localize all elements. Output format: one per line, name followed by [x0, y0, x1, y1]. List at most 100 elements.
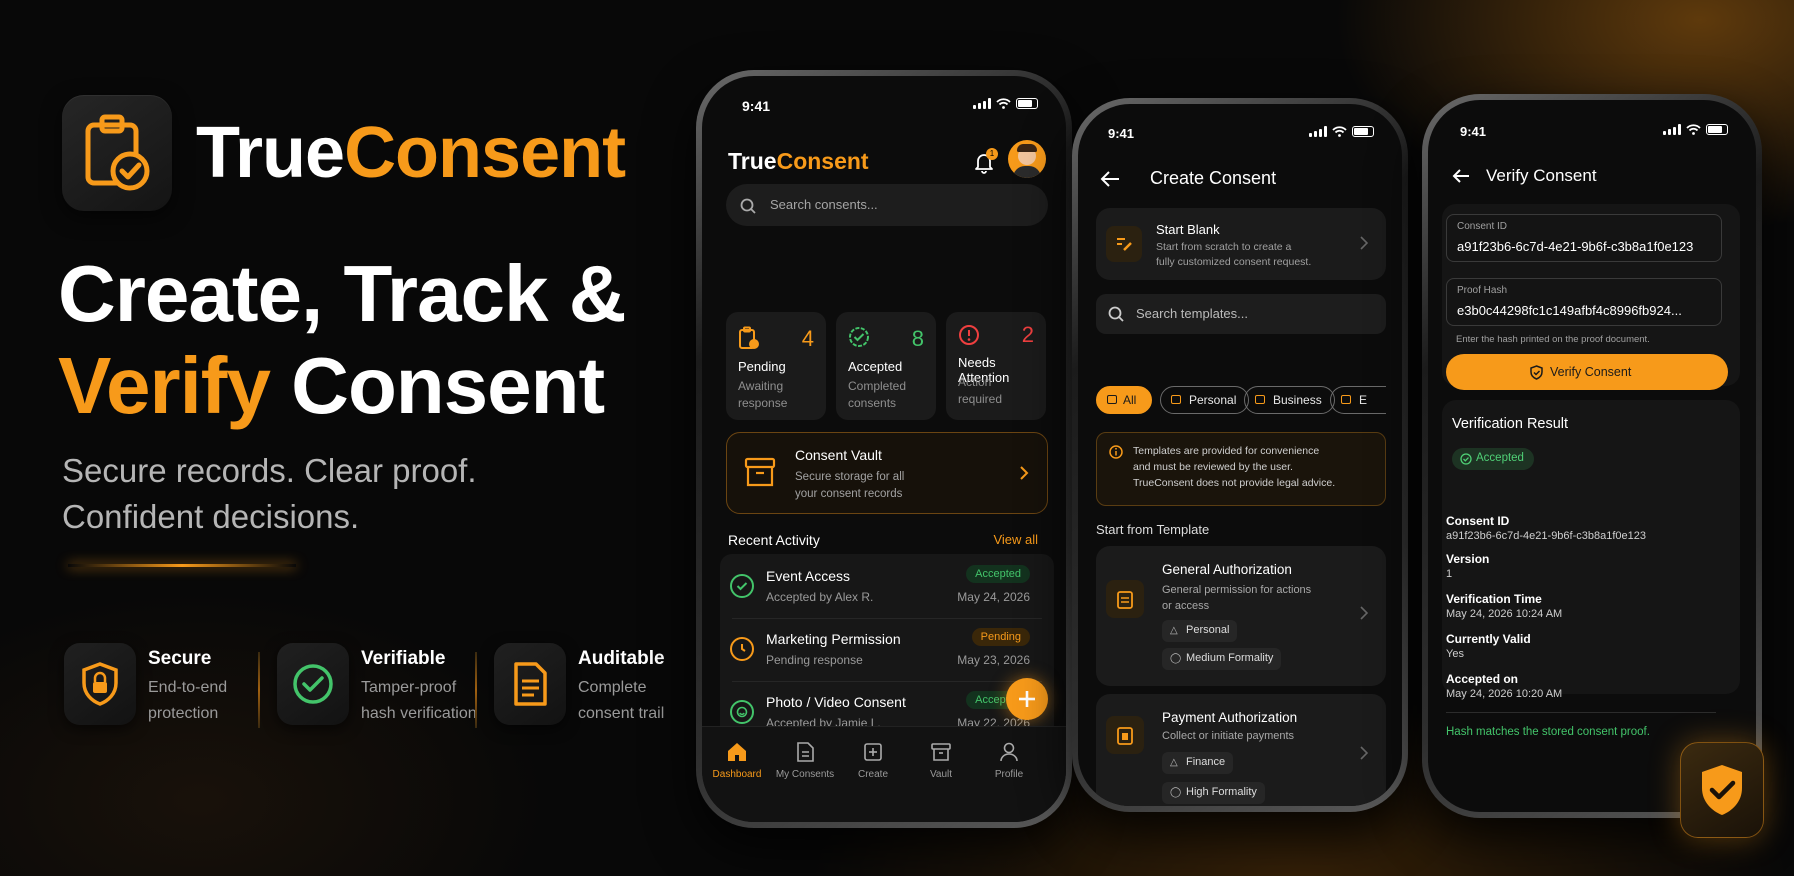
template-card-payment[interactable]: Payment Authorization Collect or initiat… — [1096, 694, 1386, 806]
status-icons — [1663, 124, 1728, 135]
stat-sub: Action required — [958, 374, 1002, 408]
feature-auditable: Auditable Complete consent trail — [494, 643, 665, 731]
document-icon — [494, 643, 566, 725]
result-label: Currently Valid — [1446, 632, 1531, 646]
nav-vault[interactable]: Vault — [906, 741, 976, 780]
lock-shield-icon — [64, 643, 136, 725]
status-time: 9:41 — [742, 98, 771, 114]
stat-title: Pending — [738, 359, 786, 374]
stat-pending[interactable]: 4 Pending Awaiting response — [726, 312, 826, 420]
stat-sub: Awaiting response — [738, 378, 787, 412]
check-circle-icon — [730, 574, 754, 598]
nav-my-consents[interactable]: My Consents — [770, 741, 840, 780]
back-arrow-icon[interactable] — [1100, 170, 1120, 188]
result-label: Version — [1446, 552, 1490, 566]
stat-sub-1: Awaiting — [738, 379, 784, 393]
field-value: a91f23b6-6c7d-4e21-9b6f-c3b8a1f0e123 — [1457, 239, 1694, 254]
search-input[interactable]: Search consents... — [726, 184, 1048, 226]
add-consent-fab[interactable] — [1006, 678, 1048, 720]
stat-sub-2: response — [738, 396, 788, 410]
app-title-1: True — [728, 148, 777, 174]
result-value: Yes — [1446, 648, 1464, 660]
feature-desc: Tamper-proof hash verification — [361, 675, 477, 727]
headline-line-1: Create, Track & — [58, 249, 627, 338]
status-bar: 9:41 — [702, 98, 1066, 114]
app-title: TrueConsent — [728, 148, 869, 175]
template-tag-label: Finance — [1186, 756, 1226, 768]
vault-sub-2: your consent records — [795, 488, 903, 500]
proof-hash-field[interactable]: Proof Hash e3b0c44298fc1c149afbf4c8996fb… — [1446, 278, 1722, 326]
notice-line-1: Templates are provided for convenience — [1133, 445, 1320, 457]
headline-rest: Consent — [269, 341, 605, 430]
template-desc: Collect or initiate payments — [1162, 730, 1295, 742]
chip-overflow[interactable]: E — [1330, 386, 1386, 414]
template-search-input[interactable]: Search templates... — [1096, 294, 1386, 334]
back-arrow-icon[interactable] — [1452, 168, 1470, 184]
bottom-nav: Dashboard My Consents Create Vault Profi… — [702, 726, 1066, 822]
nav-profile[interactable]: Profile — [974, 741, 1044, 780]
shield-icon: ◯ — [1170, 787, 1182, 798]
subline-1: Secure records. Clear proof. — [62, 452, 477, 489]
start-blank-sub: Start from scratch to create a fully cust… — [1156, 240, 1311, 270]
stat-number: 4 — [801, 326, 814, 351]
hash-match-message: Hash matches the stored consent proof. — [1446, 726, 1650, 738]
feature-verifiable: Verifiable Tamper-proof hash verification — [277, 643, 477, 731]
bell-icon[interactable]: 1 — [974, 148, 998, 179]
clipboard-icon — [1106, 580, 1144, 618]
template-desc: General permission for actions or access — [1162, 582, 1311, 614]
home-icon — [728, 743, 746, 761]
vault-box-icon — [744, 457, 776, 487]
feature-desc-2: consent trail — [578, 705, 665, 722]
tag-icon — [1341, 395, 1351, 404]
status-badge: Pending — [971, 628, 1030, 646]
chip-personal[interactable]: Personal — [1160, 386, 1250, 414]
consent-id-field[interactable]: Consent ID a91f23b6-6c7d-4e21-9b6f-c3b8a… — [1446, 214, 1722, 262]
clipboard-check-icon — [85, 114, 150, 191]
result-value: 1 — [1446, 568, 1453, 580]
template-desc-1: General permission for actions — [1162, 584, 1312, 596]
phone-dashboard: 9:41 TrueConsent 1 Search consents... 4 … — [696, 70, 1072, 828]
view-all-link[interactable]: View all — [993, 532, 1038, 547]
stat-needs-attention[interactable]: 2 Needs Attention Action required — [946, 312, 1046, 420]
nav-create[interactable]: Create — [838, 741, 908, 780]
plus-square-icon — [864, 743, 882, 761]
verify-consent-button[interactable]: Verify Consent — [1446, 354, 1728, 390]
field-value: e3b0c44298fc1c149afbf4c8996fb924... — [1457, 303, 1682, 318]
result-value: May 24, 2026 10:24 AM — [1446, 608, 1563, 620]
start-blank-sub-1: Start from scratch to create a — [1156, 241, 1292, 253]
shield-check-icon — [1530, 365, 1543, 380]
result-title: Verification Result — [1452, 416, 1569, 432]
stat-accepted[interactable]: 8 Accepted Completed consents — [836, 312, 936, 420]
list-item[interactable]: Event Access Accepted by Alex R. Accepte… — [720, 556, 1044, 618]
template-card-general[interactable]: General Authorization General permission… — [1096, 546, 1386, 686]
feature-title: Auditable — [578, 648, 665, 669]
clock-icon — [730, 637, 754, 661]
brand-part-2: Consent — [344, 113, 626, 193]
hero-headline: Create, Track & Verify Consent — [58, 248, 627, 432]
list-item[interactable]: Marketing Permission Pending response Pe… — [720, 619, 1044, 681]
battery-icon — [1706, 124, 1728, 135]
notice-text: Templates are provided for convenience a… — [1133, 443, 1335, 491]
clipboard-icon — [1106, 716, 1144, 754]
chip-all[interactable]: All — [1096, 386, 1152, 414]
shield-icon: ◯ — [1170, 653, 1182, 664]
document-icon — [797, 742, 814, 762]
edit-icon — [1106, 226, 1142, 262]
signal-icon — [1663, 124, 1681, 135]
archive-icon — [931, 743, 951, 761]
wifi-icon — [1686, 124, 1701, 135]
check-circle-icon — [277, 643, 349, 725]
user-icon — [1000, 742, 1018, 762]
nav-dashboard[interactable]: Dashboard — [702, 741, 772, 780]
recent-activity-title: Recent Activity — [728, 532, 820, 548]
headline-line-2: Verify Consent — [58, 340, 626, 432]
result-label: Verification Time — [1446, 592, 1542, 606]
chevron-right-icon — [1360, 746, 1368, 760]
start-blank-card[interactable]: Start Blank Start from scratch to create… — [1096, 208, 1386, 280]
feature-desc: Complete consent trail — [578, 675, 665, 727]
template-tag: ◯ Medium Formality — [1162, 648, 1282, 670]
consent-vault-card[interactable]: Consent Vault Secure storage for all your… — [726, 432, 1048, 514]
chip-business[interactable]: Business — [1244, 386, 1335, 414]
avatar[interactable] — [1008, 140, 1046, 178]
verify-button-label: Verify Consent — [1550, 365, 1632, 379]
